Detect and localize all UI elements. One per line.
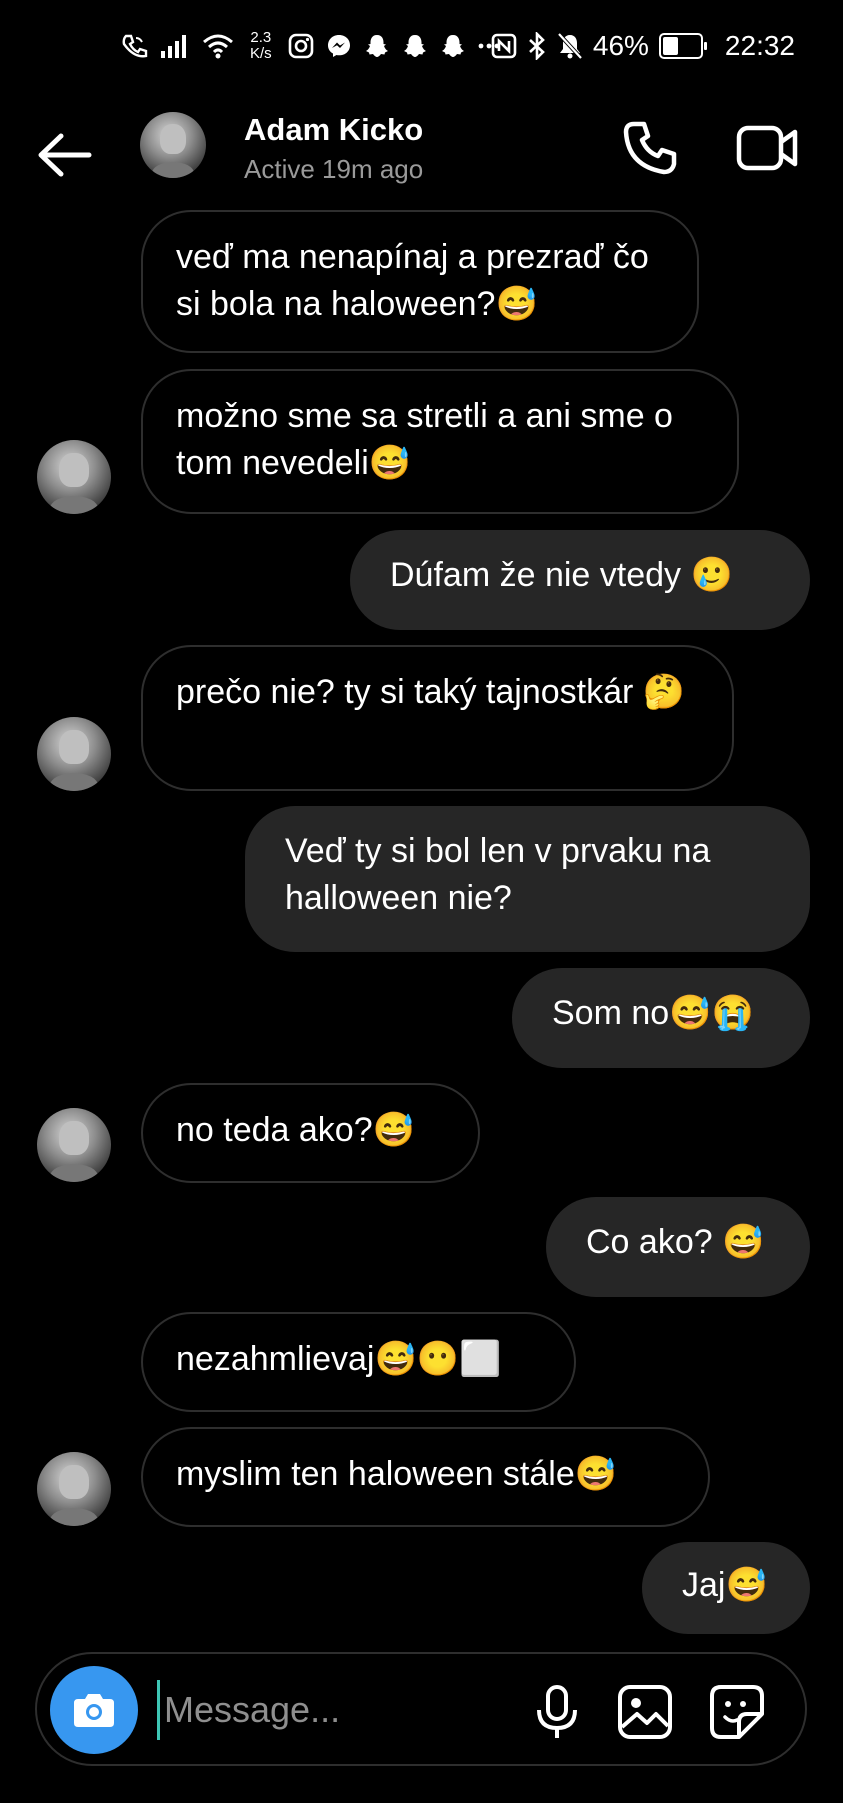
- network-speed: 2.3 K/s: [250, 30, 272, 62]
- status-right-icons: 46% 22:32: [491, 30, 795, 62]
- sender-avatar[interactable]: [37, 440, 111, 514]
- battery-fill: [662, 37, 678, 55]
- sender-avatar[interactable]: [37, 1108, 111, 1182]
- snapchat-icon: [403, 35, 426, 57]
- battery-icon: [658, 33, 707, 59]
- status-bar: 2.3 K/s 46% 22:32: [0, 0, 843, 100]
- video-call-icon[interactable]: [735, 120, 801, 176]
- wifi-calling-icon: [122, 34, 148, 58]
- message-composer: [35, 1652, 807, 1766]
- message-input[interactable]: [157, 1680, 546, 1740]
- messenger-icon: [327, 35, 350, 57]
- battery-percent: 46%: [592, 30, 649, 61]
- clock: 22:32: [724, 30, 795, 61]
- message-bubble-outgoing[interactable]: Veď ty si bol len v prvaku na halloween …: [245, 806, 810, 952]
- snapchat-icon: [441, 35, 464, 57]
- message-bubble-outgoing[interactable]: Co ako? 😅: [546, 1197, 810, 1297]
- chat-header: Adam Kicko Active 19m ago: [0, 100, 843, 210]
- gallery-icon[interactable]: [615, 1682, 675, 1742]
- message-bubble-incoming[interactable]: nezahmlievaj😅😶⬜: [141, 1312, 576, 1412]
- back-arrow-icon[interactable]: [35, 130, 95, 180]
- microphone-icon[interactable]: [527, 1682, 587, 1742]
- sender-avatar[interactable]: [37, 717, 111, 791]
- signal-icon: [161, 35, 186, 58]
- phone-call-icon[interactable]: [620, 118, 680, 178]
- mute-icon: [557, 32, 583, 60]
- contact-avatar[interactable]: [140, 112, 206, 178]
- camera-icon: [74, 1694, 114, 1727]
- wifi-icon: [203, 34, 233, 59]
- contact-name[interactable]: Adam Kicko: [244, 112, 423, 148]
- message-bubble-outgoing[interactable]: Jaj😅: [642, 1542, 810, 1634]
- bluetooth-icon: [528, 32, 545, 60]
- snapchat-icon: [365, 35, 388, 57]
- status-left-icons: 2.3 K/s: [120, 30, 500, 62]
- message-bubble-outgoing[interactable]: Som no😅😭: [512, 968, 810, 1068]
- sender-avatar[interactable]: [37, 1452, 111, 1526]
- active-status: Active 19m ago: [244, 154, 424, 184]
- message-bubble-incoming[interactable]: no teda ako?😅: [141, 1083, 480, 1183]
- message-bubble-incoming[interactable]: možno sme sa stretli a ani sme o tom nev…: [141, 369, 739, 514]
- message-bubble-incoming[interactable]: veď ma nenapínaj a prezraď čo si bola na…: [141, 210, 699, 353]
- instagram-icon: [288, 33, 313, 59]
- message-bubble-outgoing[interactable]: Dúfam že nie vtedy 🥲: [350, 530, 810, 630]
- speed-value: 2.3: [250, 29, 272, 46]
- message-bubble-incoming[interactable]: prečo nie? ty si taký tajnostkár 🤔: [141, 645, 734, 791]
- message-bubble-incoming[interactable]: myslim ten haloween stále😅: [141, 1427, 710, 1527]
- nfc-icon: [491, 33, 517, 59]
- camera-button[interactable]: [50, 1666, 138, 1754]
- sticker-icon[interactable]: [707, 1682, 767, 1742]
- speed-unit: K/s: [250, 45, 272, 62]
